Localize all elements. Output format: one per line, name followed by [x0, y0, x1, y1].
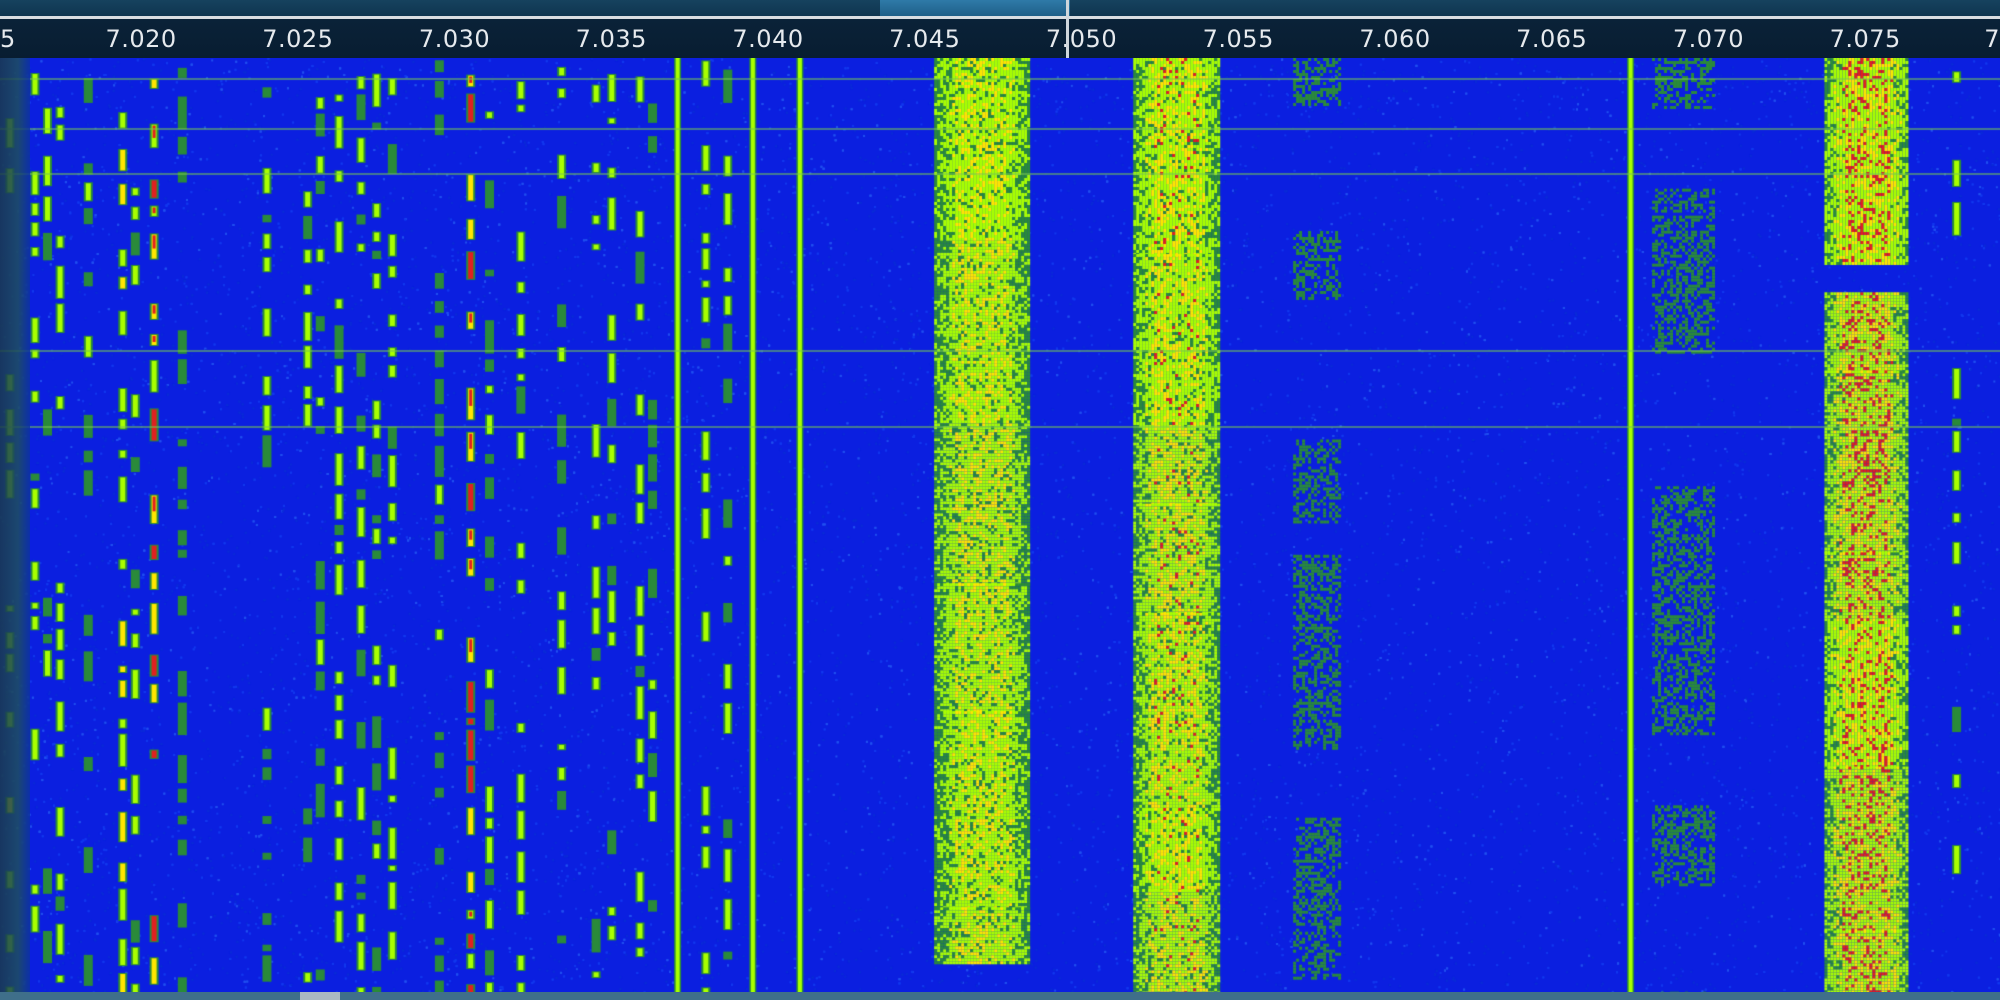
frequency-tick-label: 7.060 — [1359, 25, 1431, 53]
tuning-cursor[interactable] — [1066, 0, 1069, 58]
frequency-tick-label: 7.050 — [1045, 25, 1118, 53]
frequency-tick-label: 7.045 — [889, 25, 961, 53]
sdr-waterfall-window: 5 7.020 7.025 7.030 7.035 7.040 7.045 7.050 7.05… — [0, 0, 2000, 1000]
frequency-tick-label: 7.035 — [575, 25, 647, 53]
frequency-tick-label: 7.020 — [105, 25, 177, 53]
frequency-tick-label: 5 — [0, 25, 16, 53]
scrollbar-thumb[interactable] — [300, 992, 340, 1000]
frequency-tick-label: 7.055 — [1202, 25, 1274, 53]
frequency-tick-label: 7.040 — [732, 25, 804, 53]
waterfall-display[interactable] — [0, 58, 2000, 992]
frequency-tick-label: 7.070 — [1672, 25, 1745, 53]
frequency-tick-label: 7.025 — [262, 25, 334, 53]
frequency-tick-label: 7 — [1984, 25, 2000, 53]
left-edge-strip — [0, 58, 30, 992]
frequency-tick-label: 7.075 — [1829, 25, 1901, 53]
frequency-tick-label: 7.030 — [418, 25, 491, 53]
frequency-tick-label: 7.065 — [1516, 25, 1588, 53]
passband-highlight[interactable] — [880, 0, 1070, 16]
frequency-scale[interactable]: 5 7.020 7.025 7.030 7.035 7.040 7.045 7.050 7.05… — [0, 19, 2000, 58]
